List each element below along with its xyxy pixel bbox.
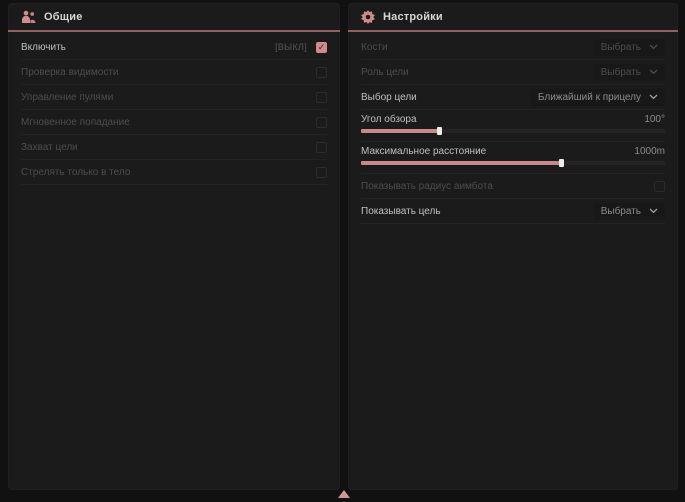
row-max-distance: Максимальное расстояние 1000m [361,142,665,174]
target-role-select-value: Выбрать [601,67,641,78]
max-distance-label: Максимальное расстояние [361,146,486,157]
chevron-down-icon [649,94,658,100]
row-bullet-control: Управление пулями [21,85,327,110]
row-show-aimbot-radius: Показывать радиус аимбота [361,174,665,199]
max-distance-slider[interactable] [361,161,665,165]
row-fov: Угол обзора 100° [361,110,665,142]
visibility-check-checkbox[interactable] [316,67,327,78]
general-panel-header: Общие [8,3,340,30]
fov-label: Угол обзора [361,114,417,125]
target-selection-select[interactable]: Ближайший к прицелу [531,89,665,106]
target-lock-label: Захват цели [21,142,78,153]
chevron-down-icon [649,69,658,75]
settings-panel-header: Настройки [348,3,678,30]
target-role-label: Роль цели [361,67,409,78]
bones-label: Кости [361,42,388,53]
show-target-select[interactable]: Выбрать [594,203,665,220]
enable-hotkey-label: [ВЫКЛ] [275,42,307,52]
general-rows: Включить [ВЫКЛ] ✓ Проверка видимости Упр… [8,32,340,185]
max-distance-value: 1000m [634,146,665,157]
settings-rows: Кости Выбрать Роль цели Выбрать Выбор це… [348,32,678,224]
bones-select-value: Выбрать [601,42,641,53]
fov-slider-fill [361,129,440,133]
enable-label: Включить [21,42,66,53]
enable-checkbox[interactable]: ✓ [316,42,327,53]
row-enable: Включить [ВЫКЛ] ✓ [21,35,327,60]
show-target-label: Показывать цель [361,206,441,217]
fov-slider-thumb[interactable] [437,127,442,135]
chevron-down-icon [649,208,658,214]
row-bones: Кости Выбрать [361,35,665,60]
general-panel: Общие Включить [ВЫКЛ] ✓ Проверка видимос… [8,3,340,490]
users-icon [21,10,36,24]
gear-icon [361,10,375,24]
cursor-indicator [338,490,350,498]
bullet-control-label: Управление пулями [21,92,113,103]
settings-panel-title: Настройки [383,11,443,23]
row-visibility-check: Проверка видимости [21,60,327,85]
row-body-only: Стрелять только в тело [21,160,327,185]
row-instant-hit: Мгновенное попадание [21,110,327,135]
row-target-role: Роль цели Выбрать [361,60,665,85]
target-selection-label: Выбор цели [361,92,417,103]
row-target-lock: Захват цели [21,135,327,160]
target-lock-checkbox[interactable] [316,142,327,153]
body-only-label: Стрелять только в тело [21,167,130,178]
show-target-select-value: Выбрать [601,206,641,217]
body-only-checkbox[interactable] [316,167,327,178]
instant-hit-checkbox[interactable] [316,117,327,128]
row-target-selection: Выбор цели Ближайший к прицелу [361,85,665,110]
settings-panel: Настройки Кости Выбрать Роль цели Выбрат… [348,3,678,490]
show-aimbot-radius-checkbox[interactable] [654,181,665,192]
fov-value: 100° [644,114,665,125]
visibility-check-label: Проверка видимости [21,67,119,78]
show-aimbot-radius-label: Показывать радиус аимбота [361,181,493,192]
max-distance-slider-fill [361,161,562,165]
instant-hit-label: Мгновенное попадание [21,117,130,128]
general-panel-title: Общие [44,11,83,23]
max-distance-slider-thumb[interactable] [559,159,564,167]
checkmark-icon: ✓ [318,43,326,52]
row-show-target: Показывать цель Выбрать [361,199,665,224]
target-role-select[interactable]: Выбрать [594,64,665,81]
target-selection-select-value: Ближайший к прицелу [538,92,641,103]
bones-select[interactable]: Выбрать [594,39,665,56]
chevron-down-icon [649,44,658,50]
bullet-control-checkbox[interactable] [316,92,327,103]
fov-slider[interactable] [361,129,665,133]
